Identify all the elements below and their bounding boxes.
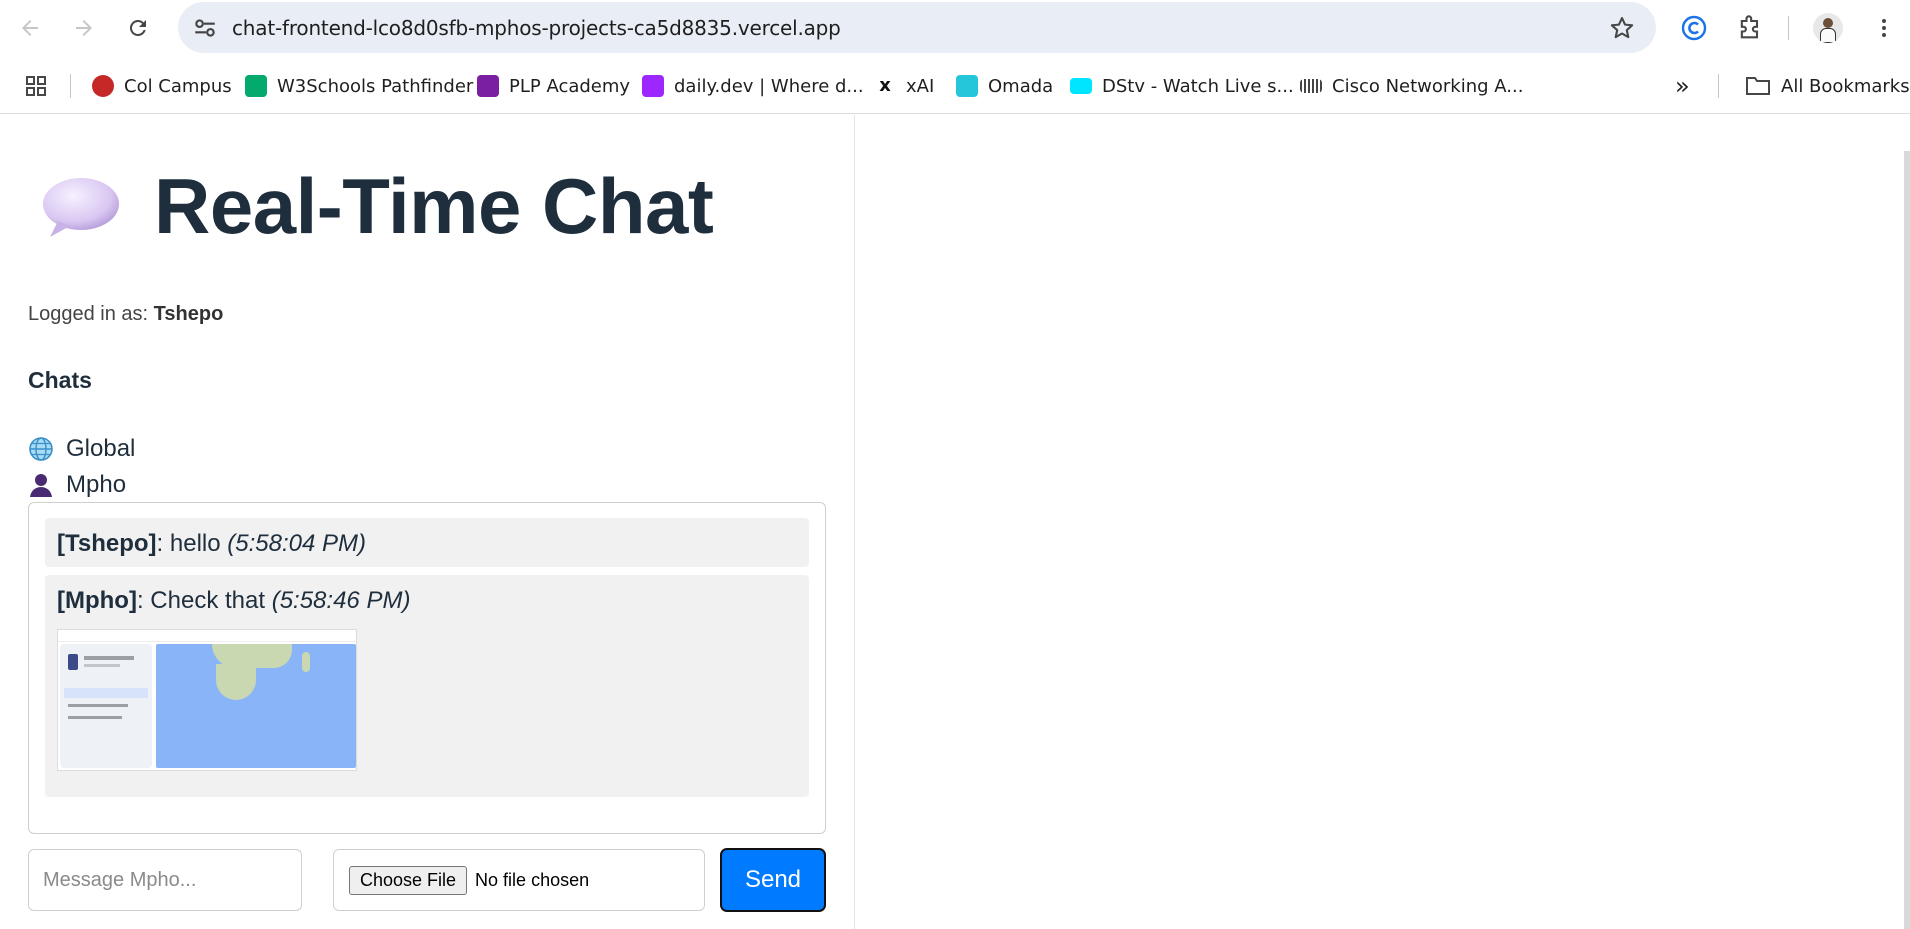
bookmarks-bar: Col Campus W3Schools Pathfinder PLP Acad… <box>0 58 1910 114</box>
chevron-double-right-icon: » <box>1675 72 1690 100</box>
bookmark-plp-academy[interactable]: PLP Academy <box>477 72 630 100</box>
header: Real-Time Chat <box>40 161 714 252</box>
bookmark-dstv[interactable]: DStv - Watch Live s... <box>1070 72 1294 100</box>
chat-panel: Real-Time Chat Logged in as: Tshepo Chat… <box>0 115 855 929</box>
bookmark-dailydev[interactable]: daily.dev | Where d... <box>642 72 864 100</box>
arrow-left-icon <box>22 20 38 36</box>
bookmark-label: xAI <box>906 75 935 97</box>
dailydev-icon <box>642 75 664 97</box>
browser-toolbar: chat-frontend-lco8d0sfb-mphos-projects-c… <box>0 0 1910 56</box>
message-time: (5:58:04 PM) <box>227 530 366 557</box>
site-settings-icon[interactable] <box>192 15 218 41</box>
chats-heading: Chats <box>28 367 92 393</box>
messages-container[interactable]: [Tshepo]: hello (5:58:04 PM) [Mpho]: Che… <box>28 502 826 834</box>
xai-icon: x <box>874 75 896 97</box>
send-button[interactable]: Send <box>720 848 826 912</box>
bookmark-label: PLP Academy <box>509 75 631 97</box>
forward-button[interactable] <box>66 10 102 46</box>
message-time: (5:58:46 PM) <box>271 587 411 614</box>
more-vert-icon <box>1882 19 1886 37</box>
address-bar[interactable]: chat-frontend-lco8d0sfb-mphos-projects-c… <box>178 2 1656 53</box>
speech-bubble-icon <box>40 175 122 239</box>
logged-in-label: Logged in as: <box>28 303 149 325</box>
all-bookmarks-label: All Bookmarks <box>1781 75 1910 97</box>
bookmarks-overflow-button[interactable]: » <box>1675 72 1690 100</box>
message-item: [Mpho]: Check that (5:58:46 PM) <box>45 575 809 797</box>
username: Tshepo <box>153 303 224 325</box>
back-button[interactable] <box>12 10 48 46</box>
bookmark-col-campus[interactable]: Col Campus <box>92 72 232 100</box>
url-text[interactable]: chat-frontend-lco8d0sfb-mphos-projects-c… <box>232 16 841 40</box>
bookmarks-divider <box>1718 74 1719 98</box>
globe-icon <box>29 437 53 461</box>
file-upload-field[interactable]: Choose File No file chosen <box>333 849 705 911</box>
avatar-icon <box>1813 13 1843 43</box>
blank-panel <box>856 115 1910 929</box>
message-text: : hello <box>156 530 228 557</box>
browser-menu-button[interactable] <box>1868 12 1900 44</box>
chat-item-label: Global <box>66 435 136 462</box>
extensions-button[interactable] <box>1734 12 1766 44</box>
all-bookmarks-button[interactable]: All Bookmarks <box>1745 72 1910 100</box>
profile-avatar[interactable] <box>1812 12 1844 44</box>
apps-button[interactable] <box>20 70 52 102</box>
bookmarks-divider <box>70 74 71 98</box>
puzzle-icon <box>1740 15 1759 39</box>
bookmark-label: Omada <box>988 75 1054 97</box>
toolbar-divider <box>1788 16 1789 40</box>
message-sender: [Mpho] <box>57 587 137 614</box>
choose-file-button[interactable]: Choose File <box>349 865 468 895</box>
scrollbar[interactable] <box>1904 151 1910 929</box>
col-campus-icon <box>92 75 114 97</box>
folder-icon <box>1746 77 1770 95</box>
dstv-icon <box>1070 78 1092 94</box>
apps-grid-icon <box>26 76 46 96</box>
copyright-extension-button[interactable] <box>1678 12 1710 44</box>
chat-item-mpho[interactable]: Mpho <box>28 469 126 501</box>
chat-app: Real-Time Chat Logged in as: Tshepo Chat… <box>0 115 1910 929</box>
bookmark-star-icon[interactable] <box>1608 14 1636 42</box>
message-sender: [Tshepo] <box>57 530 157 557</box>
reload-icon <box>129 19 146 36</box>
bookmark-label: W3Schools Pathfinder <box>277 75 474 97</box>
chat-item-label: Mpho <box>66 471 127 498</box>
logged-in-status: Logged in as: Tshepo <box>28 303 223 326</box>
bookmark-cisco[interactable]: Cisco Networking A... <box>1300 72 1523 100</box>
bookmark-xai[interactable]: x xAI <box>874 72 934 100</box>
bookmark-omada[interactable]: Omada <box>956 72 1053 100</box>
file-status: No file chosen <box>475 869 590 890</box>
plp-icon <box>477 75 499 97</box>
chat-item-global[interactable]: Global <box>28 433 135 465</box>
message-text: : Check that <box>136 587 272 614</box>
bookmark-label: Cisco Networking A... <box>1332 75 1524 97</box>
w3schools-icon <box>245 75 267 97</box>
bookmark-label: daily.dev | Where d... <box>674 75 864 97</box>
person-icon <box>30 474 52 497</box>
message-input[interactable] <box>28 849 302 911</box>
page-title: Real-Time Chat <box>154 162 714 250</box>
message-item: [Tshepo]: hello (5:58:04 PM) <box>45 518 809 567</box>
cisco-icon <box>1300 79 1322 93</box>
bookmark-w3schools[interactable]: W3Schools Pathfinder <box>245 72 473 100</box>
copyright-icon <box>1681 15 1707 41</box>
reload-button[interactable] <box>120 10 156 46</box>
arrow-right-icon <box>76 20 92 36</box>
omada-icon <box>956 75 978 97</box>
bookmark-label: Col Campus <box>124 75 232 97</box>
bookmark-label: DStv - Watch Live s... <box>1102 75 1294 97</box>
message-image-attachment[interactable] <box>57 629 357 771</box>
